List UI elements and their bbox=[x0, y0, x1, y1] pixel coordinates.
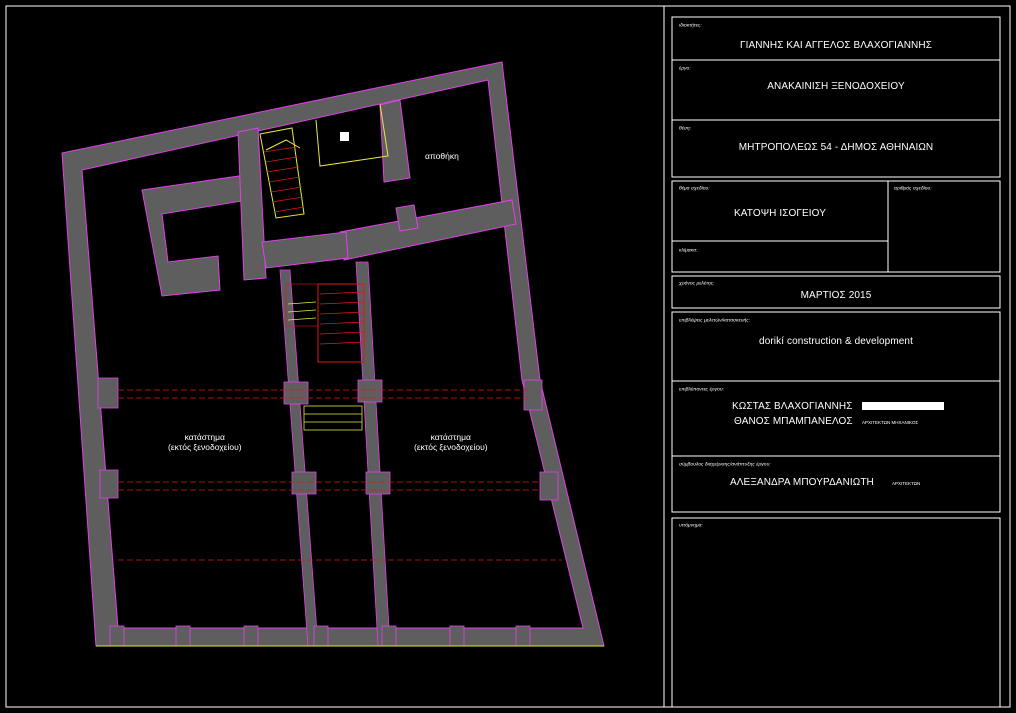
pilaster bbox=[523, 379, 543, 411]
notes-label: υπόμνημα: bbox=[679, 523, 703, 529]
pilaster bbox=[365, 471, 391, 495]
scale-label: κλίμακα: bbox=[679, 248, 698, 254]
drawing-label: θέμα σχεδίου: bbox=[679, 186, 710, 192]
project-value: ΑΝΑΚΑΙΝΙΣΗ ΞΕΝΟΔΟΧΕΙΟΥ bbox=[767, 81, 905, 92]
lower-staircase bbox=[303, 405, 363, 431]
shop-right-label: κατάστημα (εκτός ξενοδοχείου) bbox=[414, 432, 488, 452]
storage-wall-stub bbox=[395, 204, 419, 232]
engineer-2-role: ΑΡΧΙΤΕΚΤΩΝ ΜΗΧΑΝΙΚΟΣ bbox=[862, 420, 919, 425]
drawing-no-label: αριθμός σχεδίου: bbox=[894, 186, 932, 192]
building-walls bbox=[61, 61, 605, 647]
project-label: έργο: bbox=[679, 66, 691, 72]
pilaster bbox=[283, 381, 309, 405]
engineers-label: επιβλέποντες έργου: bbox=[679, 387, 724, 393]
core-wall-right bbox=[379, 99, 411, 183]
beam-lines bbox=[118, 389, 562, 561]
pilaster bbox=[291, 471, 317, 495]
shop-left-line2: (εκτός ξενοδοχείου) bbox=[168, 442, 242, 452]
title-block-frames bbox=[671, 16, 1001, 708]
engineer-1: ΚΩΣΤΑΣ ΒΛΑΧΟΓΙΑΝΝΗΣ bbox=[732, 401, 853, 412]
engineer-2: ΘΑΝΟΣ ΜΠΑΜΠΑΝΕΛΟΣ bbox=[734, 416, 853, 427]
date-value: ΜΑΡΤΙΟΣ 2015 bbox=[800, 290, 872, 301]
redacted-bar bbox=[862, 402, 944, 410]
pilaster bbox=[97, 377, 119, 409]
drawing-value: ΚΑΤΟΨΗ ΙΣΟΓΕΙΟΥ bbox=[734, 208, 826, 219]
left-room-walls bbox=[141, 174, 249, 297]
shop-left-line1: κατάστημα bbox=[184, 432, 225, 442]
stair-core-walls bbox=[237, 127, 267, 281]
owners-label: ιδιοκτήτες: bbox=[679, 23, 702, 29]
shop-left-label: κατάστημα (εκτός ξενοδοχείου) bbox=[168, 432, 242, 452]
pilaster bbox=[357, 379, 383, 403]
shop-right-line2: (εκτός ξενοδοχείου) bbox=[414, 442, 488, 452]
storage-wall-bottom bbox=[339, 199, 517, 261]
owners-value: ΓΙΑΝΝΗΣ ΚΑΙ ΑΓΓΕΛΟΣ ΒΛΑΧΟΓΙΑΝΝΗΣ bbox=[740, 40, 932, 51]
middle-staircase bbox=[285, 283, 365, 363]
storage-label: αποθήκη bbox=[425, 151, 459, 161]
consultant-label: σύμβουλος διαχείρισης/ανάπτυξης έργου: bbox=[679, 462, 771, 468]
consultant-value: ΑΛΕΞΑΝΔΡΑ ΜΠΟΥΡΔΑΝΙΩΤΗ bbox=[730, 477, 874, 488]
drawing-sheet bbox=[5, 5, 1011, 708]
location-label: θέση: bbox=[679, 126, 692, 132]
date-label: χρόνος μελέτης: bbox=[679, 281, 715, 287]
pilaster bbox=[539, 471, 559, 501]
company-label: επιβλέψεις μελετών/κατασκευής: bbox=[679, 318, 751, 324]
partition-left bbox=[279, 269, 319, 647]
company-value: dorikí construction & development bbox=[759, 336, 913, 347]
floor-plan bbox=[61, 61, 605, 647]
pilaster bbox=[99, 469, 119, 499]
upper-staircase bbox=[259, 127, 305, 219]
partition-right bbox=[355, 261, 391, 647]
shop-right-line1: κατάστημα bbox=[430, 432, 471, 442]
mid-wall bbox=[261, 231, 349, 269]
location-value: ΜΗΤΡΟΠΟΛΕΩΣ 54 - ΔΗΜΟΣ ΑΘΗΝΑΙΩΝ bbox=[738, 142, 934, 153]
consultant-role: ΑΡΧΙΤΕΚΤΩΝ bbox=[892, 481, 921, 486]
